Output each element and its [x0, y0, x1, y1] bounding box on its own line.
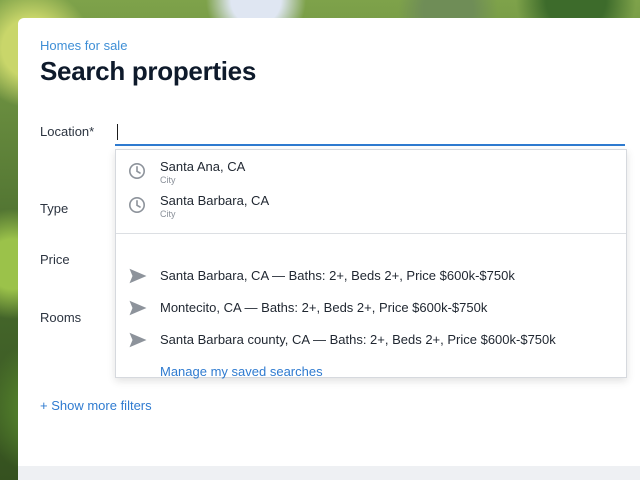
page-eyebrow: Homes for sale: [40, 38, 128, 53]
saved-search-label: Montecito, CA — Baths: 2+, Beds 2+, Pric…: [160, 300, 488, 315]
suggestion-recent-santa-ana[interactable]: Santa Ana, CA City: [116, 157, 626, 187]
suggestion-kind: City: [160, 209, 176, 219]
show-more-filters-link[interactable]: + Show more filters: [40, 398, 152, 413]
location-input[interactable]: [115, 118, 625, 146]
clock-icon: [128, 162, 146, 180]
manage-saved-searches-link[interactable]: Manage my saved searches: [160, 364, 323, 379]
page-title: Search properties: [40, 56, 256, 86]
footer-strip: [18, 466, 640, 480]
dropdown-divider: [116, 233, 626, 234]
saved-search-montecito[interactable]: Montecito, CA — Baths: 2+, Beds 2+, Pric…: [116, 295, 626, 321]
location-suggestions-dropdown: Santa Ana, CA City Santa Barbara, CA Cit…: [115, 149, 627, 379]
send-icon: [129, 300, 147, 316]
location-label: Location*: [40, 124, 95, 139]
suggestion-recent-santa-barbara[interactable]: Santa Barbara, CA City: [116, 191, 626, 221]
clock-icon: [128, 196, 146, 214]
suggestion-kind: City: [160, 175, 176, 185]
type-label: Type: [40, 201, 69, 216]
price-label: Price: [40, 252, 70, 267]
text-caret: [117, 124, 118, 140]
saved-search-santa-barbara-county[interactable]: Santa Barbara county, CA — Baths: 2+, Be…: [116, 327, 626, 353]
saved-search-santa-barbara[interactable]: Santa Barbara, CA — Baths: 2+, Beds 2+, …: [116, 263, 626, 289]
send-icon: [129, 332, 147, 348]
suggestion-name: Santa Barbara, CA: [160, 193, 270, 208]
suggestion-name: Santa Ana, CA: [160, 159, 246, 174]
saved-search-label: Santa Barbara county, CA — Baths: 2+, Be…: [160, 332, 556, 347]
send-icon: [129, 268, 147, 284]
saved-search-label: Santa Barbara, CA — Baths: 2+, Beds 2+, …: [160, 268, 515, 283]
rooms-label: Rooms: [40, 310, 82, 325]
